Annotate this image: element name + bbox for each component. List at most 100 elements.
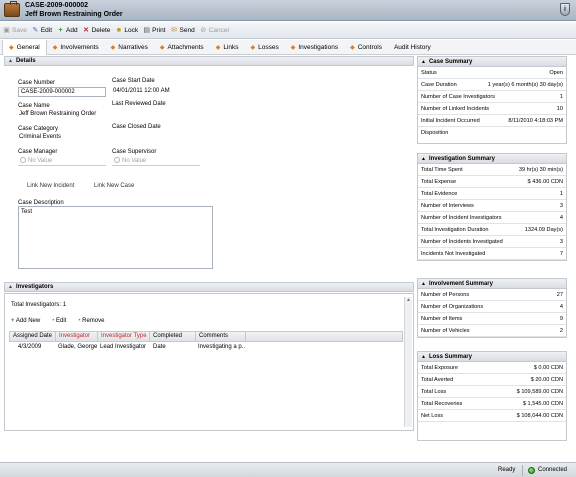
edit-icon: • (52, 318, 55, 324)
bullet-icon: ◆ (52, 44, 58, 51)
print-button[interactable]: ▤ Print (143, 27, 165, 34)
comments-cell: Investigating a p... (198, 344, 245, 350)
connected-icon (528, 467, 535, 474)
case-description-field[interactable]: Test (18, 206, 213, 269)
loss-summary-header[interactable]: ▲ Loss Summary (418, 352, 566, 362)
investigator-cell: Glade, George (58, 344, 97, 350)
table-row[interactable]: 4/3/2009 Glade, George Lead Investigator… (9, 342, 403, 353)
shield-icon[interactable]: i (560, 3, 570, 16)
case-category-label: Case Category (18, 126, 59, 132)
tab-controls[interactable]: ◆ Controls (344, 40, 388, 55)
column-header[interactable]: Comments (196, 331, 246, 342)
investigation-summary-header[interactable]: ▲ Investigation Summary (418, 154, 566, 164)
scroll-up-icon[interactable]: ▲ (405, 297, 412, 303)
vertical-scrollbar[interactable]: ▲ (404, 297, 412, 427)
remove-investigator-button[interactable]: • Remove (78, 318, 104, 324)
last-reviewed-label: Last Reviewed Date (112, 101, 166, 107)
tab-involvements[interactable]: ◆ Involvements (47, 40, 105, 55)
investigation-summary-panel: ▲ Investigation Summary Total Time Spent 3… (417, 153, 567, 261)
collapse-icon: ▲ (8, 58, 13, 64)
investigators-grid: Assigned Date Investigator Investigator … (9, 331, 403, 353)
bullet-icon: ◆ (215, 44, 221, 51)
lock-button[interactable]: ■ Lock (115, 27, 138, 34)
bullet-icon: ◆ (290, 44, 296, 51)
bullet-icon: ◆ (159, 44, 165, 51)
case-name-label: Case Name (18, 103, 50, 109)
cancel-button[interactable]: ⊘ Cancel (200, 27, 229, 34)
remove-icon: • (78, 318, 81, 324)
status-connected: Connected (538, 467, 568, 473)
edit-button[interactable]: ✎ Edit (32, 27, 52, 34)
investigators-panel: Total Investigators: 1 + Add New • Edit … (4, 293, 414, 431)
case-start-date-field[interactable]: 04/01/2011 12:00 AM (112, 87, 202, 97)
column-header[interactable]: Investigator (56, 331, 98, 342)
summary-row: Number of Vehicles 2 (418, 325, 566, 337)
status-ready: Ready (498, 467, 516, 473)
details-panel: Case Number CASE-2009-000002 Case Start … (4, 67, 414, 279)
delete-button[interactable]: ✕ Delete (83, 26, 110, 34)
collapse-icon: ▲ (421, 58, 426, 65)
link-new-incident[interactable]: Link New Incident (27, 183, 74, 189)
case-summary-header[interactable]: ▲ Case Summary (418, 57, 566, 67)
summary-row: Number of Incident Investigators 4 (418, 212, 566, 224)
summary-row: Incidents Not Investigated 7 (418, 248, 566, 260)
case-closed-label: Case Closed Date (112, 124, 161, 130)
bullet-icon: ◆ (9, 44, 14, 51)
investigators-header[interactable]: ▲ Investigators (4, 282, 414, 292)
summary-row: Case Duration 1 year(s) 6 month(s) 30 day… (418, 79, 566, 91)
collapse-icon: ▲ (421, 353, 426, 360)
summary-row: Disposition (421, 130, 449, 136)
case-supervisor-label: Case Supervisor (112, 149, 157, 155)
tab-investigations[interactable]: ◆ Investigations (285, 40, 344, 55)
summary-row: Number of Case Investigators 1 (418, 91, 566, 103)
delete-icon: ✕ (83, 26, 90, 34)
details-header[interactable]: ▲ Details (4, 56, 414, 66)
tab-links[interactable]: ◆ Links (210, 40, 245, 55)
bullet-icon: ◆ (110, 44, 116, 51)
save-icon: ▣ (3, 26, 10, 34)
send-button[interactable]: ✉ Send (171, 27, 195, 34)
column-header[interactable]: Investigator Type (98, 331, 150, 342)
edit-investigator-button[interactable]: • Edit (52, 318, 66, 324)
summary-row: Status Open (418, 67, 566, 79)
tab-strip: ◆ General ◆ Involvements ◆ Narratives ◆ Atta… (0, 39, 576, 55)
summary-row: Total Expense $ 436.00 CDN (418, 176, 566, 188)
grid-header: Assigned Date Investigator Investigator … (9, 331, 403, 350)
case-category-field[interactable]: Criminal Events (18, 133, 108, 143)
summary-row: Total Time Spent 39 hr(s) 30 min(s) (418, 164, 566, 176)
lock-icon: ■ (116, 26, 122, 34)
collapse-icon: ▲ (8, 284, 13, 290)
involvement-summary-header[interactable]: ▲ Involvement Summary (418, 279, 566, 289)
send-icon: ✉ (171, 26, 177, 34)
briefcase-icon (4, 1, 20, 17)
case-summary-panel: ▲ Case Summary Status Open Case Duration 1 … (417, 56, 567, 144)
case-manager-label: Case Manager (18, 149, 58, 155)
case-manager-field[interactable]: No Value (18, 156, 106, 166)
divider (522, 465, 523, 476)
loss-summary-panel: ▲ Loss Summary Total Exposure $ 0.00 CDN T… (417, 351, 567, 441)
summary-row: Total Recoveries $ 1,545.00 CDN (418, 398, 566, 410)
summary-row: Number of Persons 27 (418, 289, 566, 301)
summary-row: Number of Incidents Investigated 3 (418, 236, 566, 248)
column-header[interactable]: Completed Date (150, 331, 196, 350)
status-bar: Ready Connected (0, 462, 576, 477)
add-icon: + (11, 318, 15, 324)
add-button[interactable]: + Add (57, 27, 77, 34)
link-new-case[interactable]: Link New Case (94, 183, 134, 189)
case-name-title: Jeff Brown Restraining Order (25, 11, 123, 18)
case-name-field[interactable]: Jeff Brown Restraining Order (18, 110, 108, 120)
tab-audit-history[interactable]: Audit History (388, 40, 437, 55)
completed-date-cell (149, 342, 195, 353)
save-button[interactable]: ▣ Save (3, 27, 27, 34)
column-header[interactable]: Assigned Date (10, 331, 56, 342)
tab-general[interactable]: ◆ General (2, 39, 47, 55)
collapse-icon: ▲ (421, 280, 426, 287)
tab-attachments[interactable]: ◆ Attachments (154, 40, 210, 55)
case-supervisor-field[interactable]: No Value (112, 156, 200, 166)
add-new-investigator-button[interactable]: + Add New (11, 318, 40, 324)
case-number-field[interactable]: CASE-2009-000002 (18, 87, 106, 97)
collapse-icon: ▲ (421, 155, 426, 162)
tab-losses[interactable]: ◆ Losses (245, 40, 285, 55)
tab-narratives[interactable]: ◆ Narratives (105, 40, 154, 55)
bullet-icon: ◆ (350, 44, 355, 51)
